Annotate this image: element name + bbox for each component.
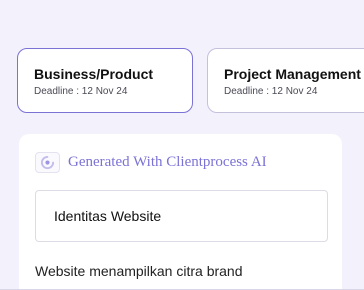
website-identity-field[interactable]: Identitas Website — [35, 190, 328, 242]
ai-generated-text: Generated With Clientprocess AI — [68, 154, 267, 170]
ai-sparkle-icon — [35, 152, 60, 173]
ai-generated-label: Generated With Clientprocess AI — [35, 152, 267, 173]
page: Business/Product Deadline : 12 Nov 24 Pr… — [0, 0, 364, 290]
task-title: Project Management — [224, 66, 361, 82]
task-deadline: Deadline : 12 Nov 24 — [224, 86, 318, 97]
task-card-business-product[interactable]: Business/Product Deadline : 12 Nov 24 — [17, 48, 193, 113]
task-deadline: Deadline : 12 Nov 24 — [34, 86, 128, 97]
task-title: Business/Product — [34, 66, 154, 82]
task-card-list: Business/Product Deadline : 12 Nov 24 Pr… — [17, 48, 364, 113]
website-description-text: Website menampilkan citra brand — [35, 263, 243, 279]
task-card-project-management[interactable]: Project Management Deadline : 12 Nov 24 — [207, 48, 364, 113]
generated-content-card: Generated With Clientprocess AI Identita… — [19, 134, 342, 290]
